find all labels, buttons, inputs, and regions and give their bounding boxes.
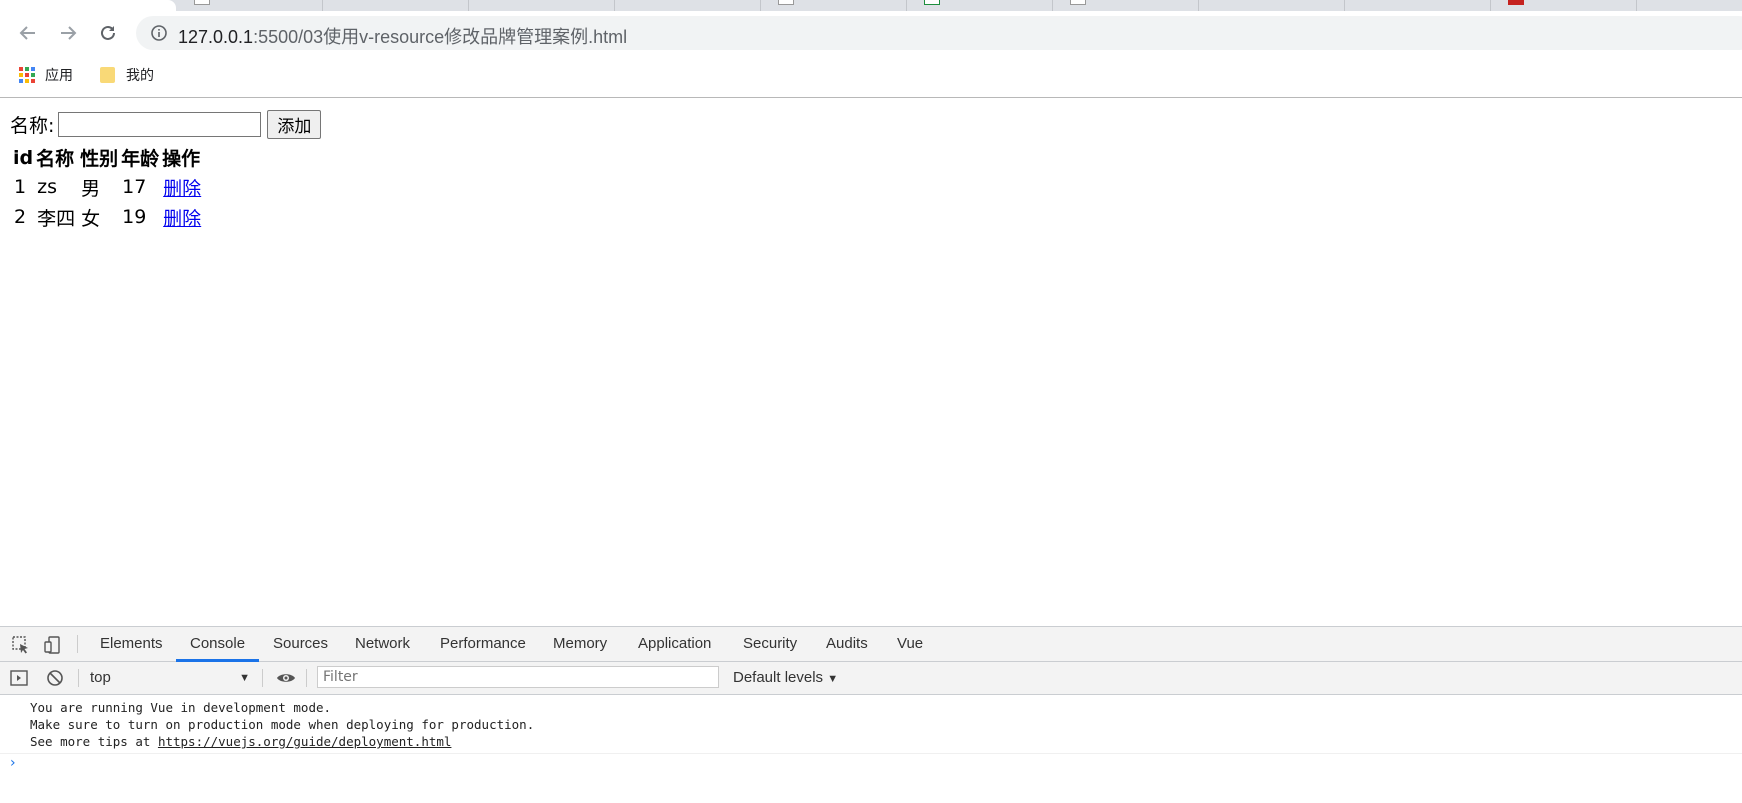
devtools-tab-elements[interactable]: Elements [100, 627, 163, 661]
browser-tab[interactable] [176, 0, 323, 11]
url-host: 127.0.0.1 [178, 27, 254, 47]
clear-console-icon[interactable] [46, 669, 64, 687]
filter-input[interactable] [317, 666, 719, 688]
reload-icon [101, 25, 115, 40]
cell-id: 1 [14, 176, 27, 198]
devtools-tab-security[interactable]: Security [743, 627, 797, 661]
console-message-line: You are running Vue in development mode. [30, 700, 332, 715]
console-message-line: See more tips at https://vuejs.org/guide… [30, 733, 451, 750]
brand-table: id 名称 性别 年龄 操作 1 zs 男 17 删除 2 李四 女 19 删除 [10, 142, 206, 233]
bookmark-label: 应用 [45, 67, 73, 83]
apps-grid-icon [19, 67, 35, 83]
folder-icon [100, 67, 115, 83]
bookmarks-bar: 应用 我的 [0, 51, 1742, 98]
add-brand-form: 名称: 添加 [10, 110, 322, 139]
separator [78, 669, 79, 687]
cell-age: 19 [122, 206, 147, 228]
name-label: 名称: [10, 115, 55, 137]
reload-button[interactable] [94, 19, 122, 47]
browser-tab[interactable] [906, 0, 1053, 11]
table-row: 2 李四 女 19 删除 [13, 203, 203, 231]
log-levels-dropdown[interactable]: Default levels ▼ [733, 668, 838, 689]
browser-tab[interactable] [468, 0, 615, 11]
info-icon[interactable] [150, 24, 168, 42]
devtools-tab-audits[interactable]: Audits [826, 627, 868, 661]
header-age: 年龄 [121, 148, 160, 170]
sheet-icon [924, 0, 940, 5]
console-message: You are running Vue in development mode.… [0, 699, 1742, 754]
header-gender: 性别 [80, 148, 119, 170]
forward-button[interactable] [54, 19, 82, 47]
page-content: 名称: 添加 id 名称 性别 年龄 操作 1 zs 男 17 删除 2 李四 [0, 98, 1742, 626]
cell-gender: 男 [81, 177, 101, 200]
browser-toolbar: 127.0.0.1:5500/03使用v-resource修改品牌管理案例.ht… [0, 11, 1742, 51]
cell-name: 李四 [37, 207, 76, 230]
devtools-tab-network[interactable]: Network [355, 627, 410, 661]
show-sidebar-icon[interactable] [10, 669, 28, 687]
page-icon [778, 0, 794, 5]
browser-tab[interactable] [1198, 0, 1345, 11]
devtools-tab-sources[interactable]: Sources [273, 627, 328, 661]
log-levels-label: Default levels [733, 669, 824, 686]
browser-tab[interactable] [1052, 0, 1199, 11]
address-bar[interactable]: 127.0.0.1:5500/03使用v-resource修改品牌管理案例.ht… [136, 16, 1742, 50]
browser-tab[interactable] [614, 0, 761, 11]
back-button[interactable] [14, 19, 42, 47]
console-toolbar: top ▼ Default levels ▼ [0, 662, 1742, 695]
delete-link[interactable]: 删除 [163, 178, 201, 200]
bookmark-folder-mine[interactable]: 我的 [100, 65, 154, 85]
browser-tab[interactable] [1344, 0, 1491, 11]
name-input[interactable] [58, 112, 262, 137]
browser-tab[interactable] [760, 0, 907, 11]
inspect-element-icon[interactable] [12, 636, 30, 654]
device-toolbar-icon[interactable] [44, 636, 62, 654]
dropdown-arrow-icon: ▼ [827, 673, 839, 685]
url-path: :5500/03使用v-resource修改品牌管理案例.html [253, 27, 628, 47]
delete-link[interactable]: 删除 [163, 208, 201, 230]
cell-gender: 女 [81, 207, 101, 230]
add-button[interactable]: 添加 [267, 110, 322, 139]
bookmark-label: 我的 [126, 67, 154, 83]
devtools-tab-performance[interactable]: Performance [440, 627, 526, 661]
console-prompt[interactable]: › [10, 755, 16, 771]
arrow-right-icon [61, 26, 77, 40]
separator [306, 669, 307, 687]
devtools-tab-application[interactable]: Application [638, 627, 711, 661]
eye-icon[interactable] [276, 671, 296, 685]
console-message-line: Make sure to turn on production mode whe… [30, 717, 535, 732]
arrow-left-icon [19, 26, 35, 40]
page-icon [194, 0, 210, 5]
header-id: id [13, 146, 34, 169]
header-action: 操作 [162, 148, 201, 170]
devtools-tab-bar: Elements Console Sources Network Perform… [0, 627, 1742, 662]
devtools-panel: Elements Console Sources Network Perform… [0, 626, 1742, 803]
bookmark-apps[interactable]: 应用 [19, 65, 73, 85]
separator [77, 635, 78, 653]
cell-action: 删除 [162, 203, 203, 231]
page-icon [1070, 0, 1086, 5]
devtools-tab-console[interactable]: Console [175, 627, 260, 662]
red-site-icon [1508, 0, 1524, 5]
devtools-tab-vue[interactable]: Vue [897, 627, 923, 661]
browser-tab[interactable] [1490, 0, 1637, 11]
cell-name: zs [37, 176, 57, 198]
table-row: 1 zs 男 17 删除 [13, 173, 203, 201]
header-name: 名称 [36, 148, 75, 170]
active-browser-tab[interactable] [0, 0, 176, 11]
context-value: top [90, 669, 111, 686]
cell-action: 删除 [162, 173, 203, 201]
browser-tab[interactable] [322, 0, 469, 11]
cell-age: 17 [122, 176, 147, 198]
table-header-row: id 名称 性别 年龄 操作 [13, 144, 203, 171]
deployment-guide-link[interactable]: https://vuejs.org/guide/deployment.html [158, 734, 452, 749]
dropdown-arrow-icon: ▼ [239, 672, 250, 684]
console-message-text: See more tips at [30, 734, 158, 749]
separator [262, 669, 263, 687]
devtools-tab-memory[interactable]: Memory [553, 627, 607, 661]
browser-tab-strip [0, 0, 1742, 11]
cell-id: 2 [14, 206, 27, 228]
context-selector[interactable]: top ▼ [90, 668, 250, 688]
address-url[interactable]: 127.0.0.1:5500/03使用v-resource修改品牌管理案例.ht… [178, 23, 627, 49]
